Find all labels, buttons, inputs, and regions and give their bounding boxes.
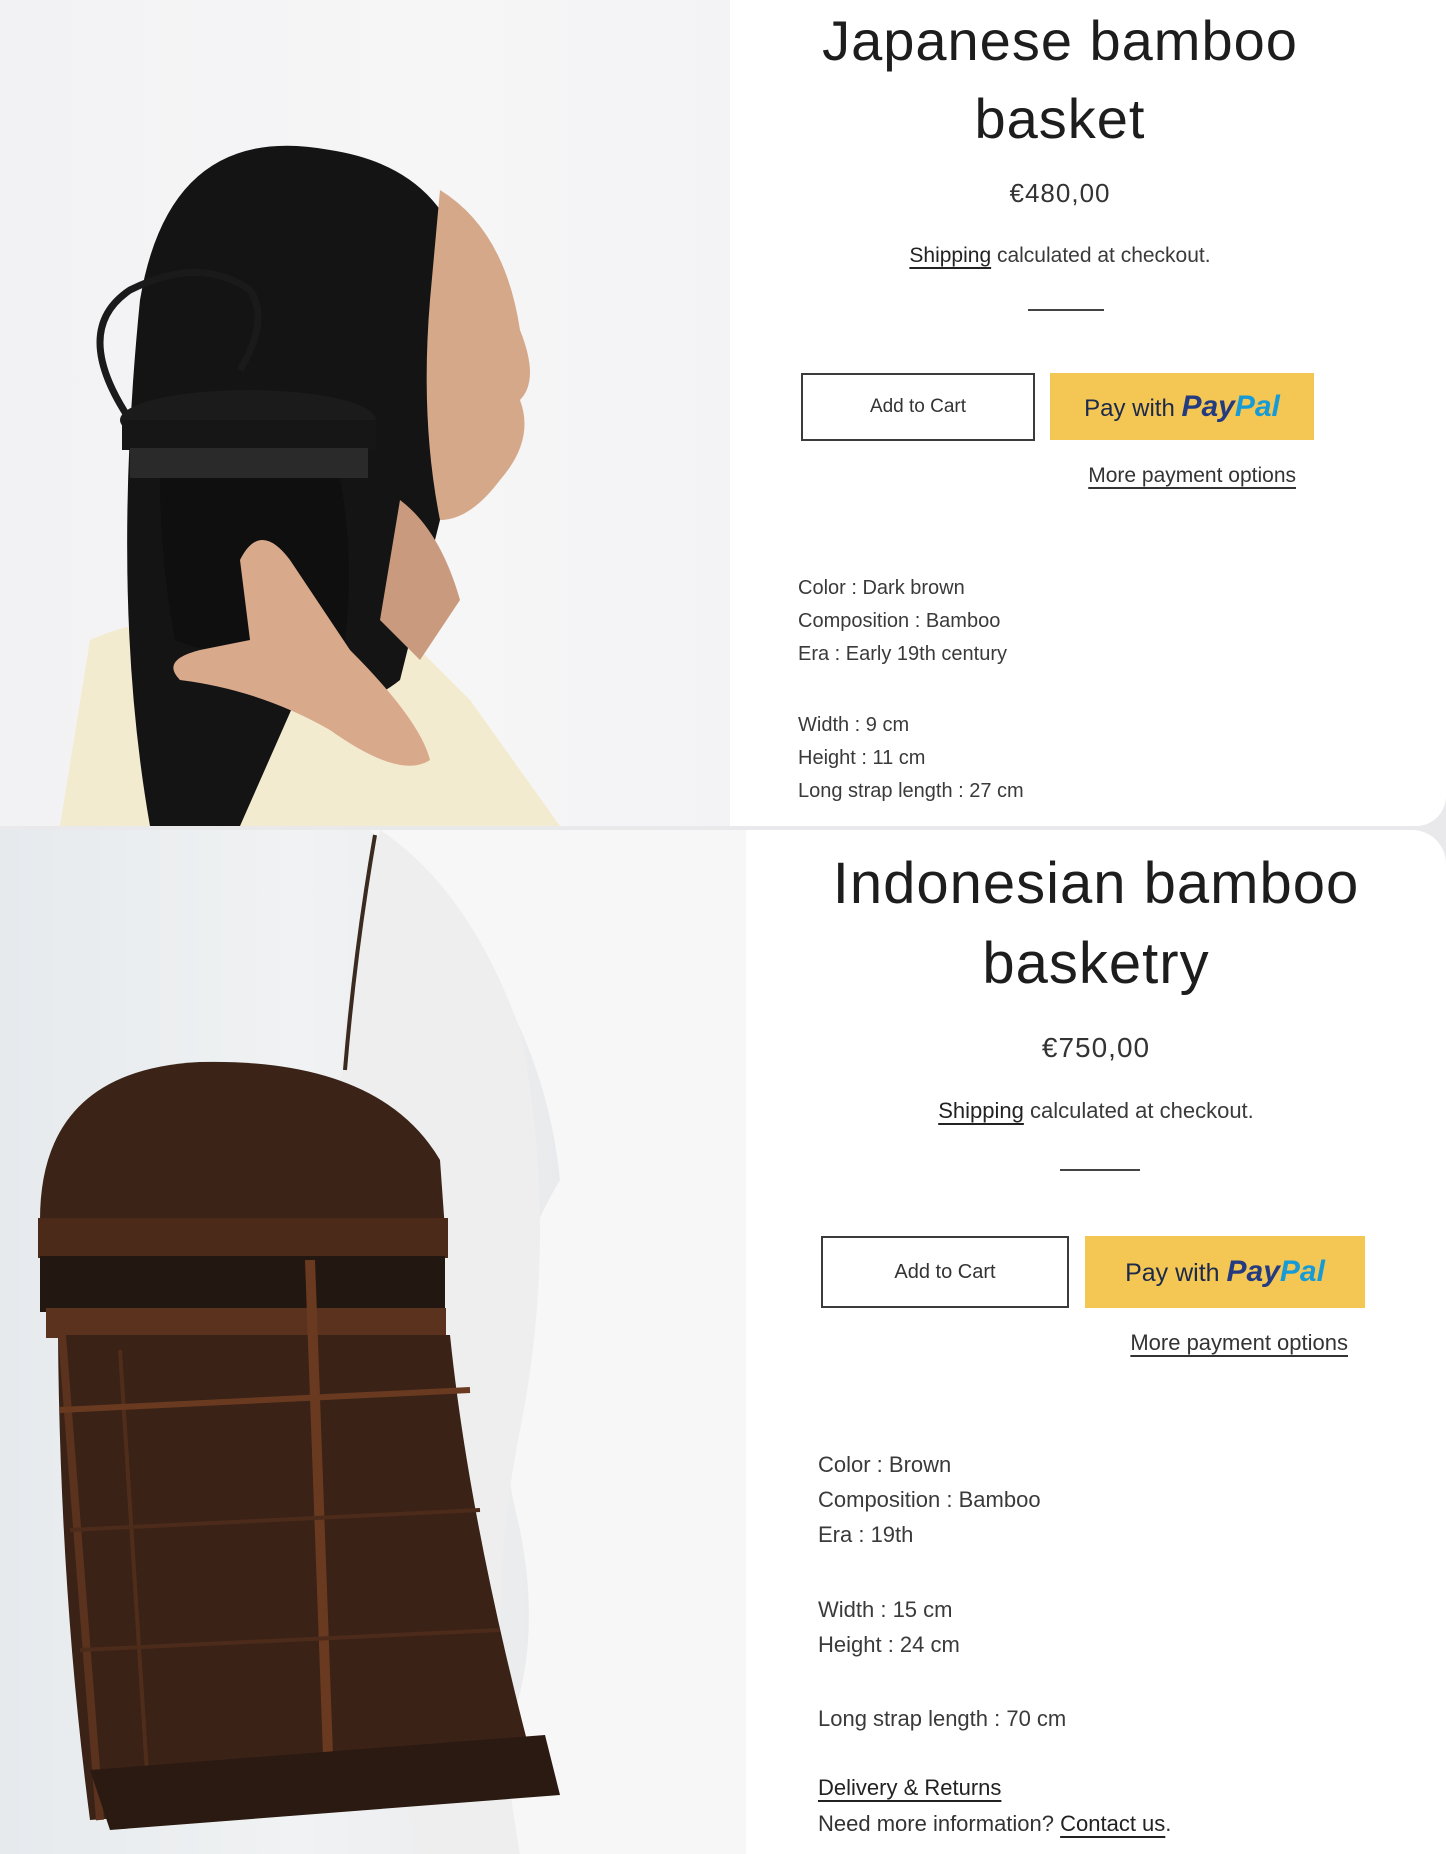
spec-width: Width : 9 cm [798,714,910,736]
product-price: €480,00 [1009,178,1111,208]
product-price: €750,00 [1041,1032,1151,1063]
shipping-note-text: calculated at checkout. [1023,1098,1254,1123]
need-info-text: Need more information? [818,1811,1061,1836]
divider [1060,1169,1140,1171]
product-panel-japanese: Japanese bamboo basket €480,00 Shipping c… [0,0,1446,826]
product-info-japanese: Japanese bamboo basket €480,00 Shipping c… [730,0,1446,826]
product-title: Indonesian bamboo basketry [832,851,1360,996]
spec-era: Era : Early 19th century [798,643,1007,665]
product-photo-japanese-basket [0,0,730,826]
paypal-button-prefix: Pay with [1125,1259,1227,1287]
product-panel-indonesian: Indonesian bamboo basketry €750,00 Shippi… [0,830,1446,1854]
period-text: . [1165,1811,1172,1836]
spec-composition: Composition : Bamboo [798,610,1001,632]
product-specs: Color : Dark brown Composition : Bamboo … [798,572,1024,808]
spec-color: Color : Brown [818,1452,952,1477]
more-payment-options-link[interactable]: More payment options [1070,464,1296,488]
paypal-logo-pay: Pay [1181,390,1235,423]
divider [1028,309,1104,311]
product-photo-indonesian-basketry [0,830,746,1854]
more-payment-options-link[interactable]: More payment options [1086,1330,1348,1356]
shipping-link[interactable]: Shipping [909,244,991,267]
paypal-logo-pal: Pal [1279,1255,1325,1288]
product-title: Japanese bamboo basket [822,9,1298,150]
add-to-cart-button[interactable]: Add to Cart [801,373,1035,441]
spec-era: Era : 19th [818,1522,914,1547]
spec-strap-length: Long strap length : 27 cm [798,780,1024,802]
shipping-note: Shipping calculated at checkout. [770,244,1350,268]
spec-composition: Composition : Bamboo [818,1487,1041,1512]
spec-height: Height : 11 cm [798,747,926,769]
delivery-returns-link[interactable]: Delivery & Returns [818,1775,1001,1800]
product-footer-links: Delivery & Returns Need more information… [818,1770,1171,1842]
product-info-indonesian: Indonesian bamboo basketry €750,00 Shippi… [746,830,1446,1854]
paypal-logo-pay: Pay [1226,1255,1280,1288]
woman-with-black-basket-image [60,145,560,826]
paypal-logo-pal: Pal [1234,390,1280,423]
shipping-link[interactable]: Shipping [938,1098,1024,1123]
paypal-button-prefix: Pay with [1084,395,1182,422]
shipping-note-text: calculated at checkout. [991,244,1211,267]
spec-width: Width : 15 cm [818,1597,953,1622]
person-with-woven-basket-image [38,830,746,1854]
product-specs: Color : Brown Composition : Bamboo Era :… [818,1447,1066,1736]
paypal-button[interactable]: Pay with PayPal [1050,373,1314,440]
contact-us-link[interactable]: Contact us [1060,1811,1165,1836]
spec-height: Height : 24 cm [818,1632,960,1657]
shipping-note: Shipping calculated at checkout. [806,1098,1386,1124]
add-to-cart-button[interactable]: Add to Cart [821,1236,1069,1308]
spec-color: Color : Dark brown [798,577,965,599]
spec-strap-length: Long strap length : 70 cm [818,1706,1067,1731]
paypal-button[interactable]: Pay with PayPal [1085,1236,1365,1308]
